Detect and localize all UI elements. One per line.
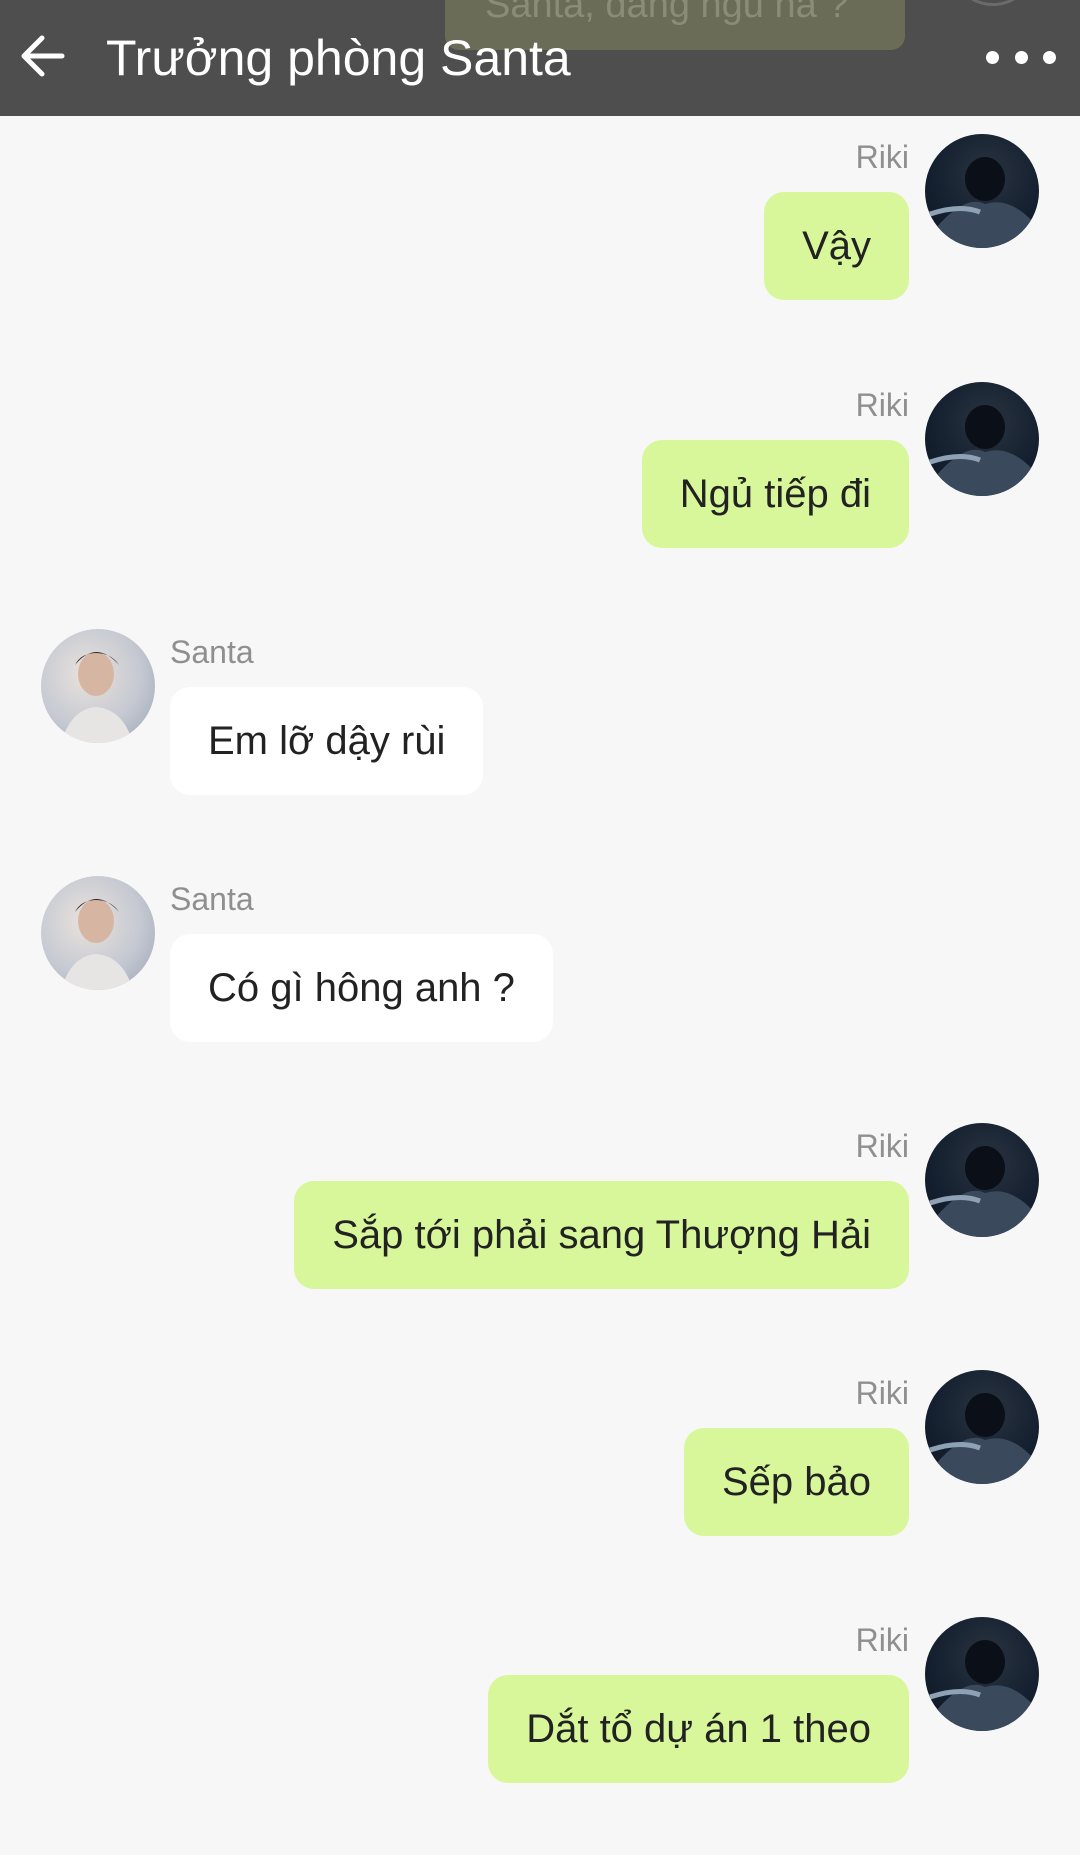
avatar-santa[interactable] bbox=[41, 876, 155, 990]
avatar-riki[interactable] bbox=[925, 1617, 1039, 1731]
person-silhouette-icon bbox=[929, 1640, 1035, 1731]
avatar-riki[interactable] bbox=[925, 134, 1039, 248]
sender-name: Riki bbox=[855, 1622, 909, 1658]
more-dots-icon bbox=[986, 50, 999, 64]
previous-avatar bbox=[955, 0, 1031, 6]
avatar-riki[interactable] bbox=[925, 1123, 1039, 1237]
chat-title: Trưởng phòng Santa bbox=[106, 30, 571, 86]
arrow-left-icon bbox=[21, 35, 65, 77]
back-button[interactable] bbox=[16, 28, 72, 84]
previous-message-text: Santa, đang ngủ hả ? bbox=[485, 0, 849, 26]
more-options-button[interactable] bbox=[986, 40, 1056, 74]
message-bubble[interactable]: Có gì hông anh ? bbox=[170, 934, 553, 1042]
message-bubble[interactable]: Sếp bảo bbox=[683, 1428, 909, 1536]
sender-name: Riki bbox=[855, 1128, 909, 1164]
message-bubble[interactable]: Em lỡ dậy rùi bbox=[170, 687, 484, 795]
sender-name: Riki bbox=[855, 387, 909, 423]
top-app-bar: Santa, đang ngủ hả ? Trưởng phòng Santa bbox=[0, 0, 1080, 116]
message-bubble[interactable]: Dắt tổ dự án 1 theo bbox=[488, 1675, 909, 1783]
person-silhouette-icon bbox=[929, 157, 1035, 248]
message-bubble[interactable]: Ngủ tiếp đi bbox=[641, 440, 909, 548]
message-bubble[interactable]: Sắp tới phải sang Thượng Hải bbox=[294, 1181, 909, 1289]
person-portrait-icon bbox=[61, 652, 133, 743]
person-silhouette-icon bbox=[929, 1146, 1035, 1237]
sender-name: Riki bbox=[855, 1375, 909, 1411]
sender-name: Riki bbox=[855, 139, 909, 175]
avatar-riki[interactable] bbox=[925, 382, 1039, 496]
person-silhouette-icon bbox=[929, 405, 1035, 496]
message-bubble[interactable]: Vậy bbox=[764, 192, 909, 300]
avatar-santa[interactable] bbox=[41, 629, 155, 743]
person-portrait-icon bbox=[61, 899, 133, 990]
person-silhouette-icon bbox=[929, 1393, 1035, 1484]
sender-name: Santa bbox=[170, 881, 254, 917]
sender-name: Santa bbox=[170, 634, 254, 670]
avatar-riki[interactable] bbox=[925, 1370, 1039, 1484]
